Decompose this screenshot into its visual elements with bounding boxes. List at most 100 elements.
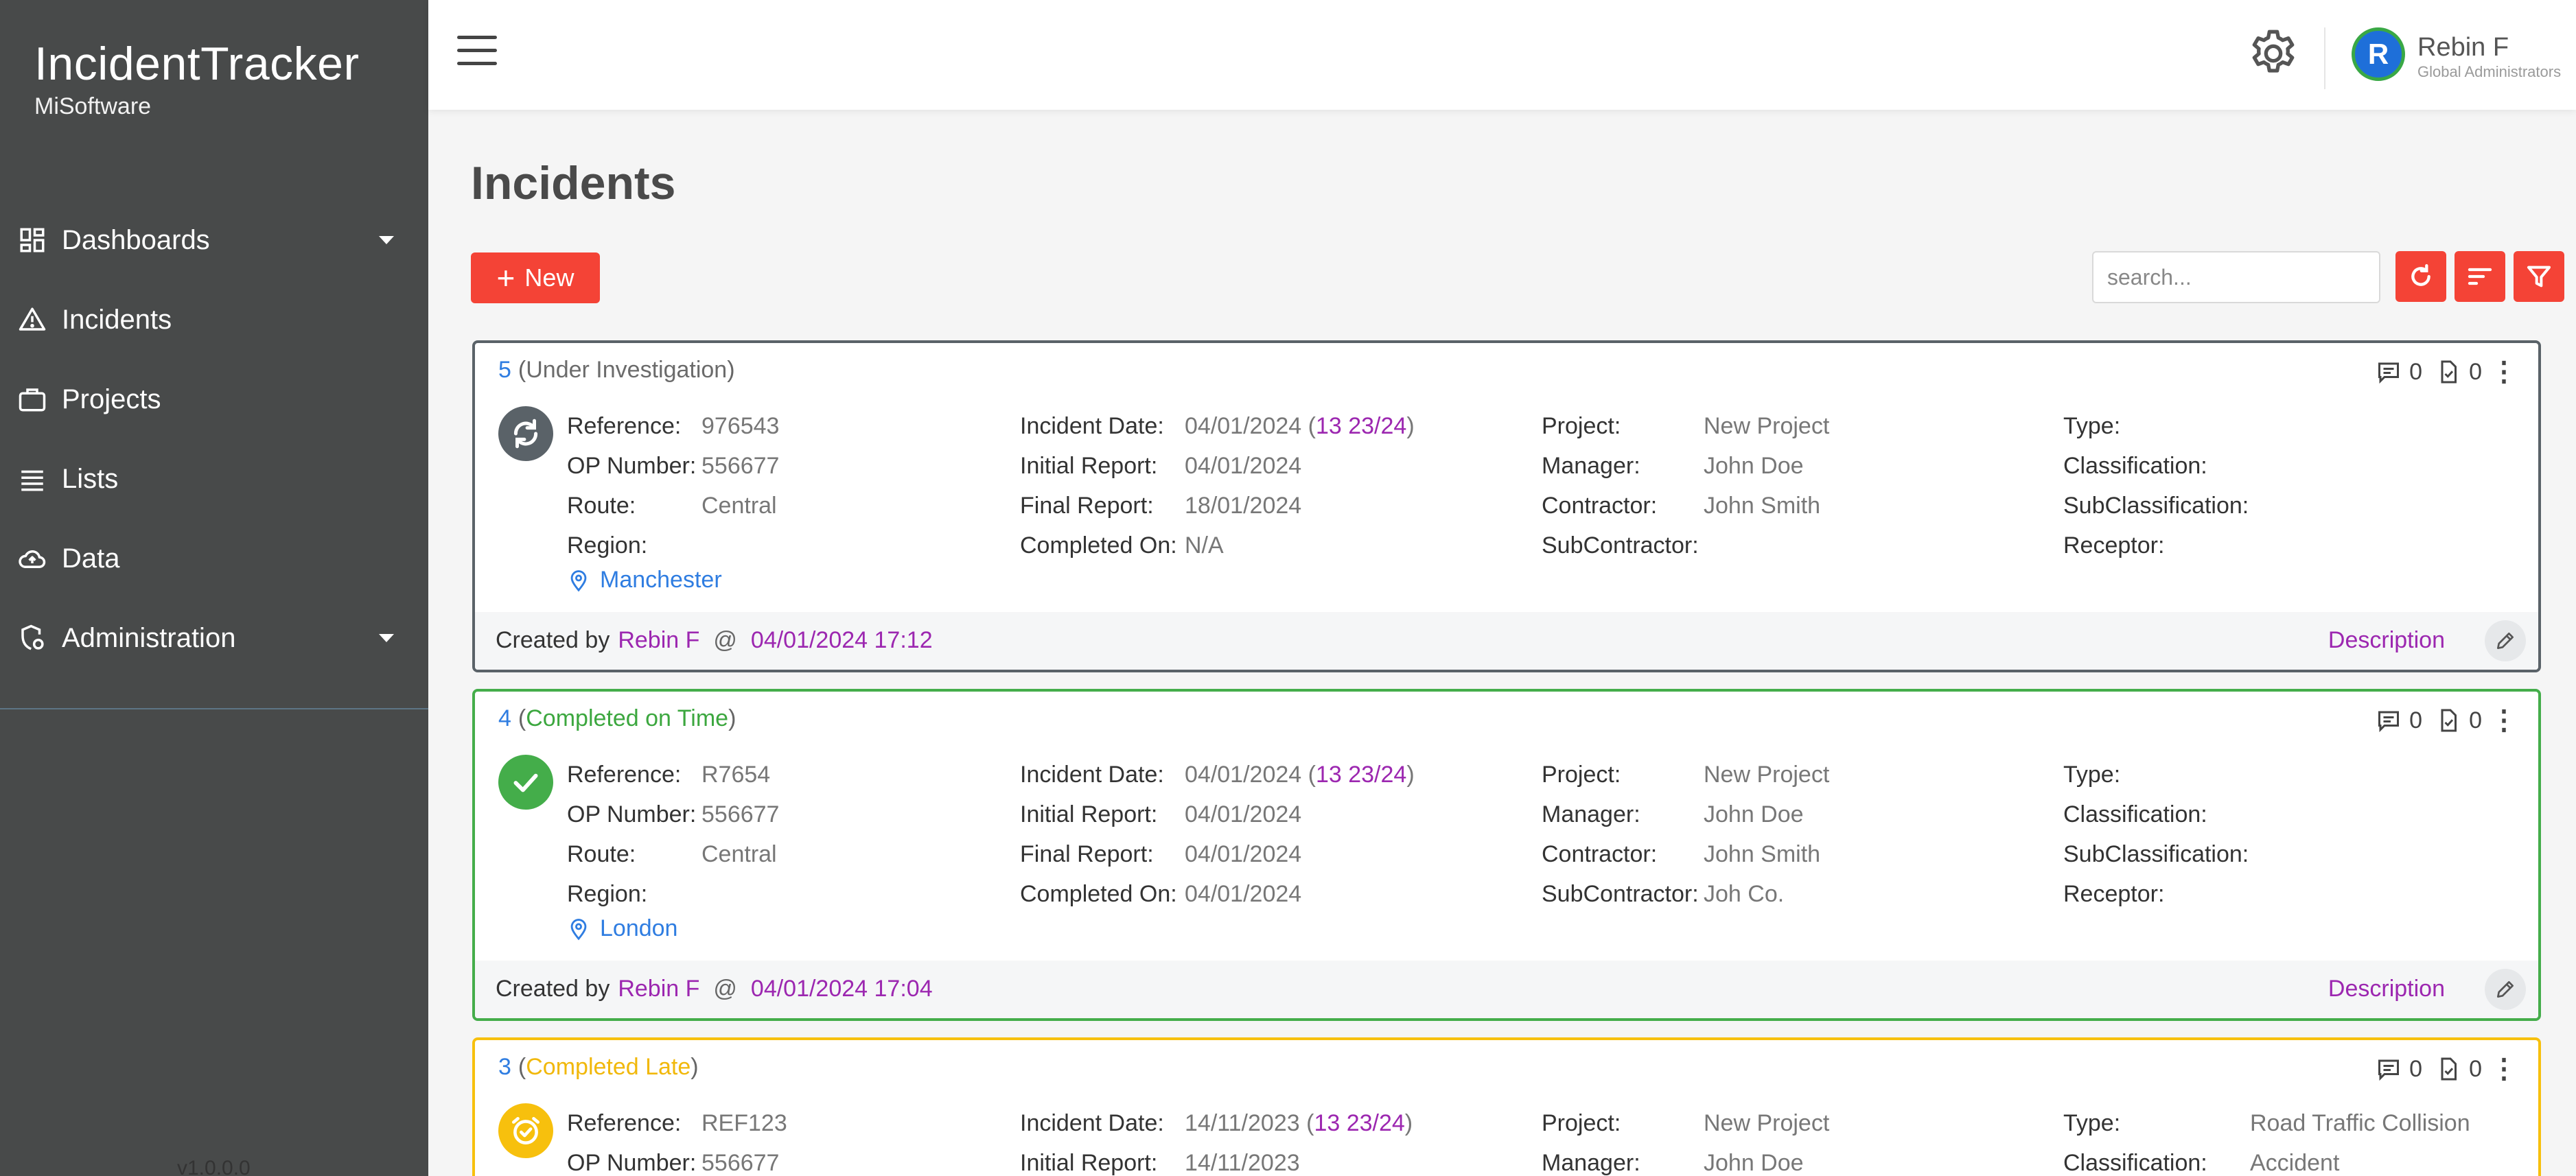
- incident-header: 3 (Completed Late): [498, 1054, 699, 1080]
- description-link[interactable]: Description: [2328, 627, 2445, 654]
- incident-dates-column: Incident Date: 04/01/2024 (13 23/24) Init…: [1020, 761, 1415, 907]
- sort-icon: [2468, 268, 2492, 285]
- page-title: Incidents: [471, 157, 676, 209]
- search-input[interactable]: [2092, 251, 2380, 303]
- more-options-icon[interactable]: ⋮: [2490, 358, 2518, 386]
- refresh-button[interactable]: [2395, 251, 2446, 302]
- more-options-icon[interactable]: ⋮: [2490, 707, 2518, 734]
- sidebar-item-data[interactable]: Data: [0, 519, 428, 598]
- location-link[interactable]: London: [567, 915, 677, 942]
- user-name[interactable]: Rebin F: [2417, 33, 2509, 62]
- type-value: Road Traffic Collision: [2250, 1109, 2470, 1136]
- sidebar-item-projects[interactable]: Projects: [0, 360, 428, 439]
- created-at: 04/01/2024 17:04: [750, 976, 933, 1002]
- document-check-icon[interactable]: [2436, 708, 2461, 733]
- final-report-label: Final Report:: [1020, 492, 1154, 519]
- manager-value: John Doe: [1704, 452, 1804, 479]
- card-footer: Created by Rebin F @04/01/2024 17:12 Descr…: [475, 612, 2538, 670]
- period-value: 13 23/24: [1315, 761, 1407, 788]
- incident-id[interactable]: 4: [498, 705, 511, 731]
- route-label: Route:: [567, 492, 636, 519]
- period-value: 13 23/24: [1315, 412, 1407, 439]
- subcontractor-value: Joh Co.: [1704, 880, 1785, 907]
- incident-project-column: Project: New Project Manager: John Doe: [1542, 1103, 1829, 1176]
- incident-dates-column: Incident Date: 04/01/2024 (13 23/24) Init…: [1020, 412, 1415, 558]
- reference-value: R7654: [701, 761, 771, 788]
- comment-icon[interactable]: [2376, 360, 2401, 384]
- refresh-icon: [2411, 264, 2430, 286]
- incident-id[interactable]: 3: [498, 1054, 511, 1080]
- status-in-progress-icon: [498, 406, 553, 461]
- receptor-label: Receptor:: [2063, 532, 2165, 558]
- subclassification-label: SubClassification:: [2063, 840, 2249, 867]
- op-number-label: OP Number:: [567, 1149, 697, 1176]
- location-link[interactable]: Manchester: [567, 567, 722, 593]
- sidebar-item-lists[interactable]: Lists: [0, 439, 428, 519]
- status-check-icon: [498, 755, 553, 810]
- top-bar: R Rebin F Global Administrators: [428, 0, 2576, 110]
- avatar[interactable]: R: [2352, 27, 2405, 81]
- app-subtitle: MiSoftware: [34, 93, 152, 119]
- incident-card[interactable]: 3 (Completed Late) 0 0 ⋮ Reference: REF123…: [472, 1037, 2541, 1176]
- brand: IncidentTracker MiSoftware: [34, 37, 360, 120]
- filter-button[interactable]: [2514, 251, 2564, 302]
- sidebar-item-label: Data: [62, 543, 120, 574]
- created-info: Created by Rebin F @04/01/2024 17:12: [496, 627, 941, 654]
- op-number-label: OP Number:: [567, 801, 697, 827]
- contractor-label: Contractor:: [1542, 492, 1658, 519]
- created-info: Created by Rebin F @04/01/2024 17:04: [496, 976, 941, 1002]
- sidebar-divider: [0, 708, 428, 709]
- reference-label: Reference:: [567, 412, 682, 439]
- sidebar-item-label: Administration: [62, 622, 236, 653]
- more-options-icon[interactable]: ⋮: [2490, 1055, 2518, 1083]
- incident-project-column: Project: New Project Manager: John Doe Con…: [1542, 406, 1829, 565]
- location-name: London: [600, 915, 678, 941]
- sidebar-item-administration[interactable]: Administration: [0, 598, 428, 678]
- sidebar-item-label: Lists: [62, 463, 119, 494]
- subcontractor-label: SubContractor:: [1542, 532, 1699, 558]
- type-label: Type:: [2063, 1109, 2121, 1136]
- topbar-divider: [2324, 27, 2325, 89]
- document-check-icon[interactable]: [2436, 360, 2461, 384]
- edit-button[interactable]: [2485, 969, 2526, 1010]
- initial-report-label: Initial Report:: [1020, 452, 1158, 479]
- sidebar-item-incidents[interactable]: Incidents: [0, 280, 428, 360]
- contractor-value: John Smith: [1704, 492, 1821, 519]
- sidebar-item-dashboards[interactable]: Dashboards: [0, 200, 428, 280]
- created-by-label: Created by: [496, 976, 610, 1002]
- incident-status: Completed Late: [526, 1054, 691, 1080]
- description-link[interactable]: Description: [2328, 976, 2445, 1002]
- map-pin-icon: [570, 569, 587, 591]
- cloud-upload-icon: [19, 550, 46, 568]
- document-check-icon[interactable]: [2436, 1057, 2461, 1081]
- contractor-value: John Smith: [1704, 840, 1821, 867]
- created-by-label: Created by: [496, 627, 610, 653]
- created-by-user[interactable]: Rebin F: [618, 976, 699, 1002]
- comment-icon[interactable]: [2376, 708, 2401, 733]
- hamburger-menu-icon[interactable]: [457, 36, 497, 66]
- new-incident-button[interactable]: + New: [471, 252, 600, 303]
- route-value: Central: [701, 840, 777, 867]
- gear-icon[interactable]: [2246, 26, 2301, 81]
- final-report-value: 18/01/2024: [1185, 492, 1302, 519]
- sort-button[interactable]: [2455, 251, 2505, 302]
- incident-card[interactable]: 4 (Completed on Time) 0 0 ⋮ Reference: R76…: [472, 689, 2541, 1021]
- sidebar: IncidentTracker MiSoftware Dashboards In…: [0, 0, 428, 1176]
- initial-report-value: 04/01/2024: [1185, 801, 1302, 827]
- incident-date-value: 14/11/2023: [1185, 1109, 1300, 1136]
- type-label: Type:: [2063, 412, 2121, 439]
- incident-reference-column: Reference: REF123 OP Number: 556677: [567, 1103, 787, 1176]
- type-label: Type:: [2063, 761, 2121, 788]
- initial-report-value: 14/11/2023: [1185, 1149, 1300, 1176]
- documents-count: 0: [2469, 1055, 2482, 1082]
- incident-card[interactable]: 5 (Under Investigation) 0 0 ⋮ Reference: 9…: [472, 340, 2541, 672]
- period-value: 13 23/24: [1314, 1109, 1405, 1136]
- incident-id[interactable]: 5: [498, 357, 511, 383]
- comment-icon[interactable]: [2376, 1057, 2401, 1081]
- edit-button[interactable]: [2485, 620, 2526, 661]
- chevron-down-icon: [379, 634, 394, 642]
- manager-value: John Doe: [1704, 1149, 1804, 1176]
- incident-header: 4 (Completed on Time): [498, 705, 736, 731]
- reference-value: 976543: [701, 412, 780, 439]
- created-by-user[interactable]: Rebin F: [618, 627, 699, 653]
